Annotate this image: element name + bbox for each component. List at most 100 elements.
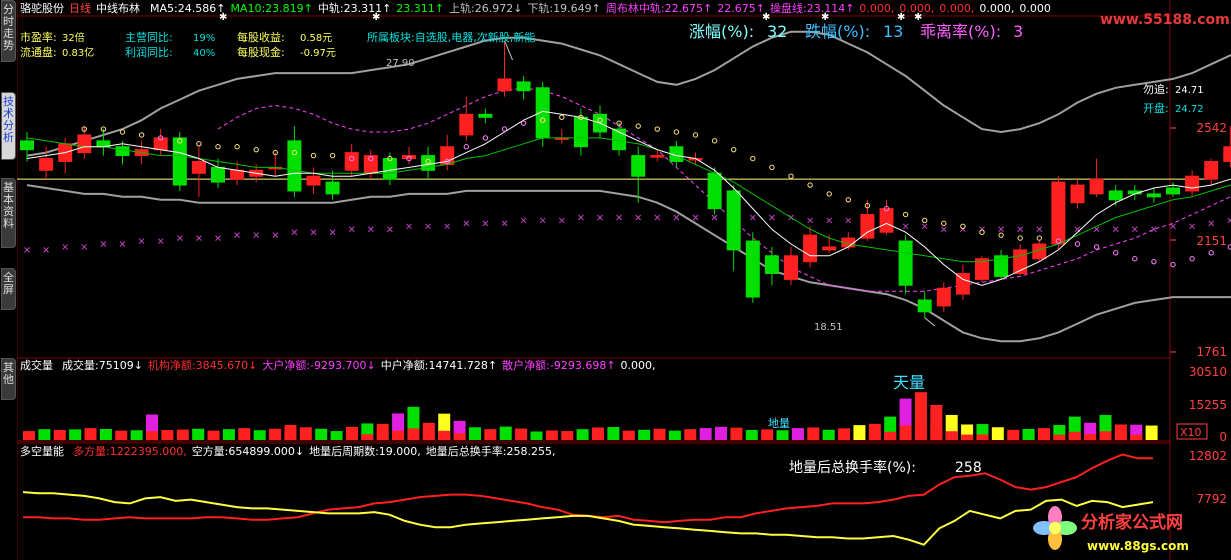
candle-down [707,172,722,210]
watermark-logo-url: www.88gs.com [1087,539,1189,553]
stock-name: 骆驼股份 [20,1,64,15]
candle-up [955,272,970,295]
weekly-mid-mark [845,217,852,224]
weekly-mid-mark [520,217,527,224]
candle-down [726,190,741,251]
sar-dot [1036,235,1042,241]
weekly-mid-mark [444,223,451,230]
sar-dot [196,141,202,147]
rev-growth-value: 19% [193,33,215,44]
candle-up [39,158,54,171]
candle-up [936,287,951,307]
value-item: 0.000, [979,2,1014,15]
weekly-mid-mark [425,223,431,230]
volume-bar-base [361,434,374,440]
weekly-mid-mark [138,238,145,244]
volume-bar-base [1114,434,1127,440]
period-label: 日线 [69,1,91,15]
weekly-mid-mark [578,214,584,221]
weekly-mid-mark [635,214,642,221]
candle-down [478,113,493,118]
volume-bar-base [453,433,466,440]
volume-bar [607,427,620,440]
candle-up [1070,184,1085,204]
indicator-name: 中线布林 [96,1,140,15]
weekly-mid-mark [940,226,947,233]
candle-up [1013,249,1028,274]
weekly-mid-mark [329,229,336,236]
volume-bar [853,425,866,440]
volume-plot [17,392,1170,442]
sar-dot [998,232,1004,238]
sar-dot [902,211,909,218]
weekly-mid-mark [807,217,813,224]
candle-down [898,240,913,286]
side-tab-0[interactable]: 分时走势 [1,0,16,62]
side-tab-4[interactable]: 其他 [1,358,16,400]
volume-bar [38,429,51,440]
candle-down [287,140,302,192]
volume-bar [238,428,251,440]
side-tab-1[interactable]: 技术分析 [1,92,16,160]
price-tick-mid: 2151 [1196,234,1227,248]
volume-bar [315,428,328,440]
candle-up [860,214,875,239]
open-value: 24.72 [1175,104,1204,115]
sar-dot [1017,235,1023,241]
volume-bar-base [930,427,943,440]
candle-up [344,152,359,171]
candle-up [1051,181,1066,245]
weekly-mid-mark [176,235,183,241]
profit-growth-label: 利润同比: [125,45,173,59]
lower-band-line [26,184,1231,343]
volume-bar [1037,428,1050,440]
indicator-values: MA5:24.586↑ MA10:23.819↑ 中轨:23.311↑ 23.311↑… [150,1,1051,15]
volume-bar-base [392,430,405,440]
value-item: 地量后总换手率:258.255, [426,444,556,458]
volume-bar [130,430,143,440]
weekly-mid-mark [43,247,49,253]
volume-bar [822,429,835,440]
volume-bar [684,429,697,440]
candle-down [325,181,340,195]
candle-up [1204,160,1219,180]
volume-bar [545,430,558,440]
volume-bar [745,430,758,440]
sar-dot [520,120,527,126]
volume-bar-base [376,434,389,440]
sar-dot [673,129,680,135]
weekly-mid-mark [1189,223,1195,230]
bottom-values: 多方量:1222395.000, 空方量:654899.000↓ 地量后周期数:19… [73,444,556,458]
volume-bar-base [899,425,912,440]
candle-down [1146,193,1161,198]
weekly-mid-mark [253,232,260,239]
ma5-line [26,110,1231,286]
candle-up [77,134,92,154]
value-item: 下轨:19.649↑ [527,1,600,15]
candle-down [573,116,588,148]
eps-value: 0.58元 [300,33,332,44]
volume-bar-base [976,434,989,440]
sar-dot [654,126,660,132]
turnover-note-label: 地量后总换手率(%): [789,459,916,476]
volume-bar [1022,428,1035,440]
candle-up [650,155,665,158]
sar-dot [731,146,737,153]
candle-up [497,78,512,92]
volume-bar [192,428,205,440]
volume-bar [468,427,481,440]
candle-down [172,137,187,186]
volume-bar [499,426,512,440]
price-plot: ✱ ✱ ✱ ✱ ✱ ✱ [17,12,1231,343]
side-tab-2[interactable]: 基本资料 [1,178,16,248]
side-tab-3[interactable]: 全屏 [1,268,16,310]
candle-up [191,160,206,174]
volume-bar [345,426,358,440]
candle-down [516,81,531,92]
weekly-mid-mark [1036,226,1043,233]
weekly-mid-mark [157,238,164,244]
sar-dot [960,223,966,230]
weekly-mid-mark [1017,226,1024,233]
logo-flower-icon [1033,506,1077,550]
volume-bar-base [1130,434,1143,440]
